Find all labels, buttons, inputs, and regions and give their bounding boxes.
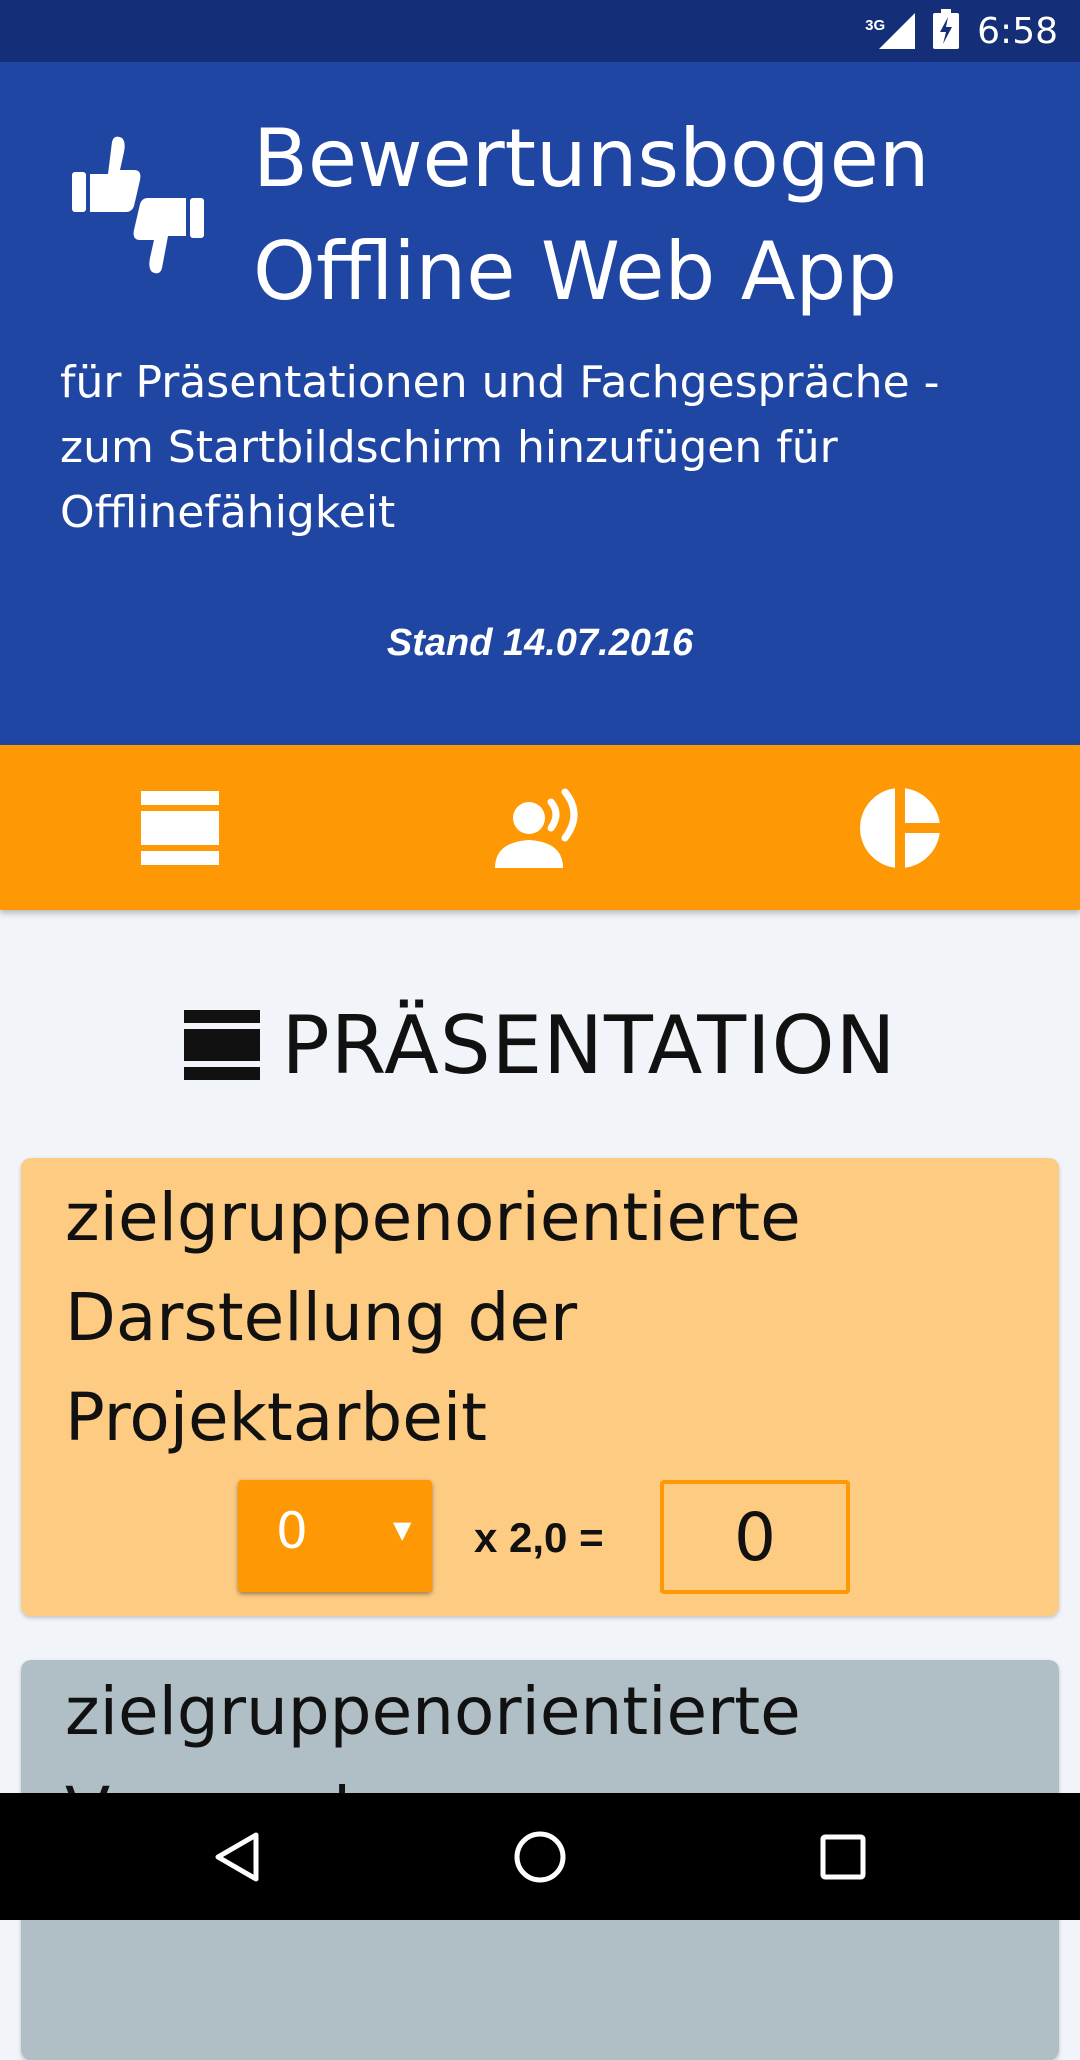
- home-button[interactable]: [480, 1793, 600, 1920]
- thumbs-up-down-icon: [68, 134, 208, 274]
- app-header: Bewertunsbogen Offline Web App für Präse…: [0, 62, 1080, 745]
- recents-button[interactable]: [783, 1793, 903, 1920]
- weight-factor: x 2,0 =: [474, 1514, 604, 1561]
- tab-praesentation[interactable]: [0, 745, 360, 910]
- clock: 6:58: [977, 10, 1058, 52]
- subtitle-line-2: zum Startbildschirm hinzufügen für: [60, 422, 838, 473]
- weighted-result: 0: [660, 1480, 850, 1594]
- score-select[interactable]: 0 ▼: [238, 1480, 432, 1592]
- section-title: PRÄSENTATION: [281, 998, 897, 1092]
- title-line-1: Bewertunsbogen: [253, 112, 930, 205]
- score-value: 0: [276, 1502, 308, 1560]
- signal-icon: 3G: [865, 11, 916, 51]
- section-heading: PRÄSENTATION: [0, 998, 1080, 1092]
- app-title: Bewertunsbogen Offline Web App: [253, 102, 1053, 328]
- criterion-title-line: zielgruppenorientierte: [65, 1673, 801, 1750]
- recents-icon: [820, 1834, 866, 1879]
- home-icon: [514, 1831, 566, 1882]
- criterion-title: zielgruppenorientierte Darstellung der P…: [65, 1168, 1025, 1468]
- score-row: 0 ▼ x 2,0 = 0: [21, 1478, 1059, 1596]
- criterion-card: zielgruppenorientierte Darstellung der P…: [21, 1158, 1059, 1616]
- presentation-icon: [183, 1010, 260, 1080]
- back-icon: [215, 1832, 259, 1881]
- criterion-title-line: zielgruppenorientierte: [65, 1179, 801, 1256]
- criterion-title-line: Projektarbeit: [65, 1379, 488, 1456]
- app-subtitle: für Präsentationen und Fachgespräche - z…: [60, 350, 1020, 545]
- status-icons: 3G 6:58: [865, 0, 1058, 62]
- speaking-person-icon: [495, 788, 578, 868]
- subtitle-line-1: für Präsentationen und Fachgespräche -: [60, 357, 940, 408]
- back-button[interactable]: [176, 1793, 296, 1920]
- presentation-icon: [141, 790, 219, 865]
- subtitle-line-3: Offlinefähigkeit: [60, 487, 396, 538]
- battery-charging-icon: [933, 8, 960, 54]
- tab-ergebnis[interactable]: [720, 745, 1080, 910]
- status-bar: 3G 6:58: [0, 0, 1080, 62]
- dropdown-arrow-icon: ▼: [393, 1516, 412, 1544]
- tab-bar: [0, 745, 1080, 910]
- tab-fachgespraech[interactable]: [360, 745, 720, 910]
- criterion-title-line: Darstellung der: [65, 1279, 578, 1356]
- version-date: Stand 14.07.2016: [386, 622, 694, 664]
- network-type: 3G: [865, 17, 886, 34]
- title-line-2: Offline Web App: [253, 225, 898, 318]
- pie-chart-icon: [860, 786, 941, 869]
- navigation-bar: [0, 1793, 1080, 1920]
